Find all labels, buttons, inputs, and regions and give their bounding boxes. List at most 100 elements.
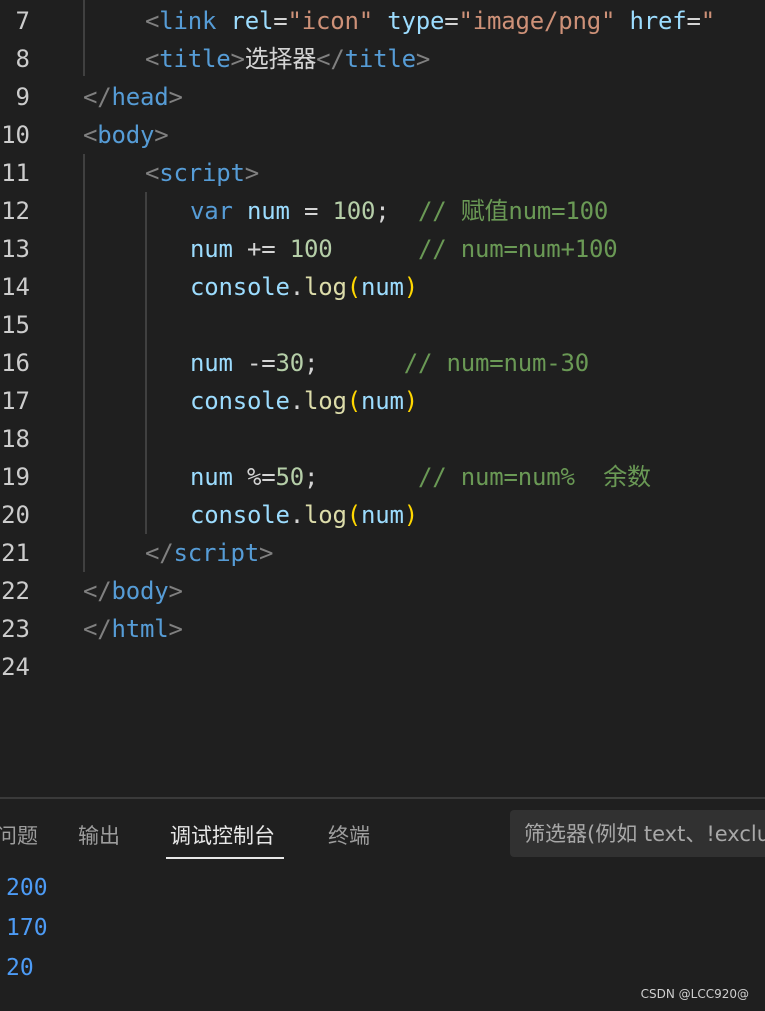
code-token: . bbox=[289, 273, 304, 301]
code-token: 30 bbox=[275, 349, 305, 377]
code-token: > bbox=[168, 615, 183, 643]
code-line[interactable]: 11 <script> bbox=[0, 154, 765, 192]
line-number: 23 bbox=[1, 615, 30, 643]
code-token: 100 bbox=[289, 235, 333, 263]
code-token: head bbox=[111, 83, 169, 111]
line-number: 12 bbox=[1, 197, 30, 225]
code-token: 余数 bbox=[603, 463, 651, 491]
console-output-line: 200 bbox=[6, 875, 48, 901]
code-token: ( bbox=[346, 387, 361, 415]
code-line[interactable]: 12 var num = 100; // 赋值num=100 bbox=[0, 192, 765, 230]
line-number: 17 bbox=[1, 387, 30, 415]
code-line[interactable]: 14 console.log(num) bbox=[0, 268, 765, 306]
code-token: 100 bbox=[332, 197, 376, 225]
line-number: 22 bbox=[1, 577, 30, 605]
code-token: > bbox=[168, 83, 183, 111]
code-token: > bbox=[259, 539, 274, 567]
code-token: script bbox=[173, 539, 260, 567]
code-token: > bbox=[168, 577, 183, 605]
code-token: ; bbox=[375, 197, 390, 225]
code-token: > bbox=[415, 45, 431, 73]
code-token: "icon" bbox=[287, 7, 374, 35]
line-number: 10 bbox=[1, 121, 30, 149]
code-line[interactable]: 8 <title>选择器</title> bbox=[0, 40, 765, 78]
code-token: script bbox=[159, 159, 245, 187]
line-number: 9 bbox=[15, 83, 30, 111]
code-token: < bbox=[145, 45, 160, 73]
code-line[interactable]: 18 bbox=[0, 420, 765, 458]
code-token: -= bbox=[232, 349, 276, 377]
code-text: num %=50; // num=num% 余数 bbox=[190, 458, 651, 496]
code-line[interactable]: 23 </html> bbox=[0, 610, 765, 648]
console-output-line: 20 bbox=[6, 955, 34, 981]
code-line[interactable]: 21 </script> bbox=[0, 534, 765, 572]
vscode-window: 7 <link rel="icon" type="image/png" href=… bbox=[0, 0, 765, 1011]
code-token: < bbox=[145, 159, 160, 187]
code-token: // num=num% bbox=[318, 463, 604, 491]
code-token: ) bbox=[403, 387, 418, 415]
code-token: </ bbox=[83, 615, 112, 643]
code-token: // num=num-30 bbox=[318, 349, 589, 377]
code-token: num bbox=[361, 273, 404, 301]
code-token: ( bbox=[346, 273, 361, 301]
bottom-panel: 问题 输出 调试控制台 终端 200 170 20 CSDN @LCC920@ bbox=[0, 799, 765, 1011]
code-token: log bbox=[304, 387, 347, 415]
code-editor[interactable]: 7 <link rel="icon" type="image/png" href=… bbox=[0, 0, 765, 797]
code-line[interactable]: 24 bbox=[0, 648, 765, 686]
code-token: // num=num+100 bbox=[332, 235, 618, 263]
tab-debug-console[interactable]: 调试控制台 bbox=[170, 821, 275, 851]
line-number: 24 bbox=[1, 653, 30, 681]
console-output-line: 170 bbox=[6, 915, 48, 941]
code-token: " bbox=[700, 7, 715, 35]
tab-problems[interactable]: 问题 bbox=[0, 821, 38, 851]
code-line[interactable]: 10 <body> bbox=[0, 116, 765, 154]
code-token: num bbox=[361, 501, 404, 529]
code-token: </ bbox=[83, 83, 112, 111]
line-number: 7 bbox=[15, 7, 30, 35]
code-line[interactable]: 13 num += 100 // num=num+100 bbox=[0, 230, 765, 268]
code-token: . bbox=[289, 387, 304, 415]
code-line[interactable]: 20 console.log(num) bbox=[0, 496, 765, 534]
code-line[interactable]: 19 num %=50; // num=num% 余数 bbox=[0, 458, 765, 496]
line-number: 14 bbox=[1, 273, 30, 301]
code-text: <script> bbox=[145, 154, 259, 192]
code-token: = bbox=[686, 7, 701, 35]
code-token: num bbox=[247, 197, 290, 225]
code-token: // bbox=[389, 197, 461, 225]
code-text: console.log(num) bbox=[190, 382, 418, 420]
tab-output[interactable]: 输出 bbox=[78, 821, 120, 851]
code-token: href bbox=[629, 7, 687, 35]
code-line[interactable]: 7 <link rel="icon" type="image/png" href=… bbox=[0, 2, 765, 40]
filter-input[interactable] bbox=[510, 810, 765, 857]
code-token: num bbox=[190, 349, 233, 377]
code-line[interactable]: 15 bbox=[0, 306, 765, 344]
code-text: var num = 100; // 赋值num=100 bbox=[190, 192, 608, 230]
code-text: <link rel="icon" type="image/png" href=" bbox=[145, 2, 715, 40]
code-line[interactable]: 17 console.log(num) bbox=[0, 382, 765, 420]
code-token: += bbox=[232, 235, 290, 263]
code-token: < bbox=[83, 121, 98, 149]
code-token: num bbox=[361, 387, 404, 415]
code-line[interactable]: 22 </body> bbox=[0, 572, 765, 610]
watermark: CSDN @LCC920@ bbox=[640, 987, 749, 1001]
code-text: console.log(num) bbox=[190, 268, 418, 306]
code-line[interactable]: 9 </head> bbox=[0, 78, 765, 116]
code-line[interactable]: 16 num -=30; // num=num-30 bbox=[0, 344, 765, 382]
code-token: ) bbox=[403, 501, 418, 529]
code-text: </script> bbox=[145, 534, 273, 572]
code-token: </ bbox=[316, 45, 345, 73]
code-text: num += 100 // num=num+100 bbox=[190, 230, 618, 268]
code-token: > bbox=[244, 159, 259, 187]
tab-terminal[interactable]: 终端 bbox=[328, 821, 370, 851]
code-text: num -=30; // num=num-30 bbox=[190, 344, 589, 382]
code-token: body bbox=[111, 577, 169, 605]
code-token: ; bbox=[304, 349, 319, 377]
code-token: title bbox=[344, 45, 416, 73]
code-token: var bbox=[190, 197, 233, 225]
code-token: 50 bbox=[275, 463, 305, 491]
code-token: = bbox=[444, 7, 459, 35]
code-token: = bbox=[273, 7, 288, 35]
code-token: ( bbox=[346, 501, 361, 529]
